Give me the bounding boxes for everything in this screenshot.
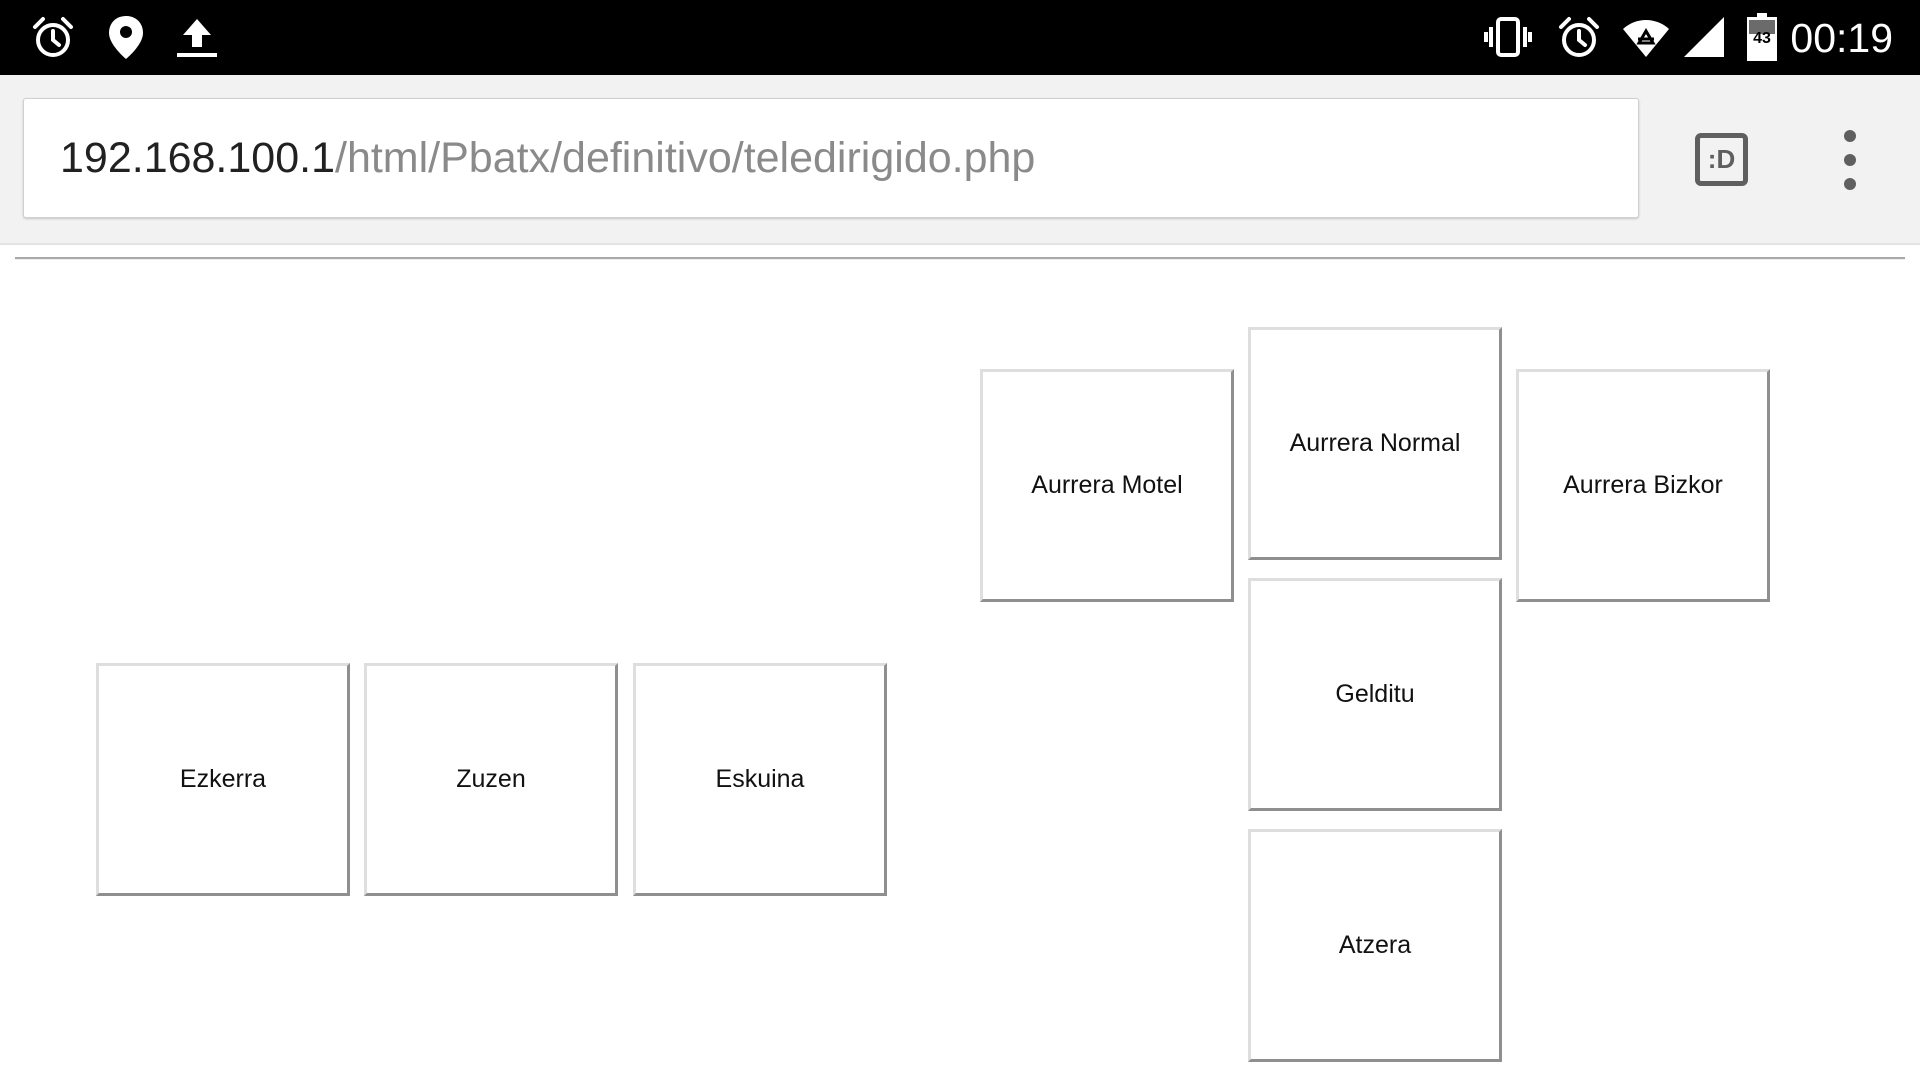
gelditu-button[interactable]: Gelditu xyxy=(1248,578,1502,811)
aurrera-motel-button[interactable]: Aurrera Motel xyxy=(980,369,1234,602)
atzera-label: Atzera xyxy=(1338,931,1412,959)
menu-dot xyxy=(1844,178,1856,190)
alarm-icon xyxy=(33,17,73,57)
wifi-icon xyxy=(1623,20,1669,57)
aurrera-bizkor-label: Aurrera Bizkor xyxy=(1563,471,1723,499)
url-bar[interactable]: 192.168.100.1/html/Pbatx/definitivo/tele… xyxy=(23,98,1639,218)
ezkerra-button[interactable]: Ezkerra xyxy=(96,663,350,896)
alarm-icon xyxy=(1559,17,1599,57)
overflow-menu-icon[interactable] xyxy=(1830,130,1870,190)
zuzen-label: Zuzen xyxy=(456,765,526,793)
zuzen-button[interactable]: Zuzen xyxy=(364,663,618,896)
aurrera-motel-label: Aurrera Motel xyxy=(1031,471,1183,499)
aurrera-normal-button[interactable]: Aurrera Normal xyxy=(1248,327,1502,560)
atzera-button[interactable]: Atzera xyxy=(1248,829,1502,1062)
menu-dot xyxy=(1844,130,1856,142)
eskuina-button[interactable]: Eskuina xyxy=(633,663,887,896)
cell-signal-icon xyxy=(1684,17,1724,57)
clock-time: 00:19 xyxy=(1790,15,1893,61)
tab-switcher-button[interactable]: :D xyxy=(1695,133,1748,186)
menu-dot xyxy=(1844,154,1856,166)
url-text[interactable]: 192.168.100.1/html/Pbatx/definitivo/tele… xyxy=(60,99,1035,217)
battery-level: 43 xyxy=(1753,30,1771,47)
web-page: Aurrera Motel Aurrera Normal Aurrera Biz… xyxy=(0,245,1920,1080)
gelditu-label: Gelditu xyxy=(1335,680,1415,708)
url-host: 192.168.100.1 xyxy=(60,134,335,182)
battery-icon: 43 xyxy=(1746,13,1778,61)
aurrera-normal-label: Aurrera Normal xyxy=(1289,429,1461,457)
horizontal-rule xyxy=(15,257,1905,260)
status-bar: 43 00:19 xyxy=(0,0,1920,75)
upload-icon xyxy=(177,19,217,57)
ezkerra-label: Ezkerra xyxy=(179,765,267,793)
vibrate-icon xyxy=(1484,17,1532,57)
tab-switcher-label: :D xyxy=(1707,144,1736,174)
aurrera-bizkor-button[interactable]: Aurrera Bizkor xyxy=(1516,369,1770,602)
url-path: /html/Pbatx/definitivo/teledirigido.php xyxy=(335,134,1036,182)
browser-toolbar: 192.168.100.1/html/Pbatx/definitivo/tele… xyxy=(0,75,1920,245)
eskuina-label: Eskuina xyxy=(715,765,805,793)
location-pin-icon xyxy=(109,16,143,59)
